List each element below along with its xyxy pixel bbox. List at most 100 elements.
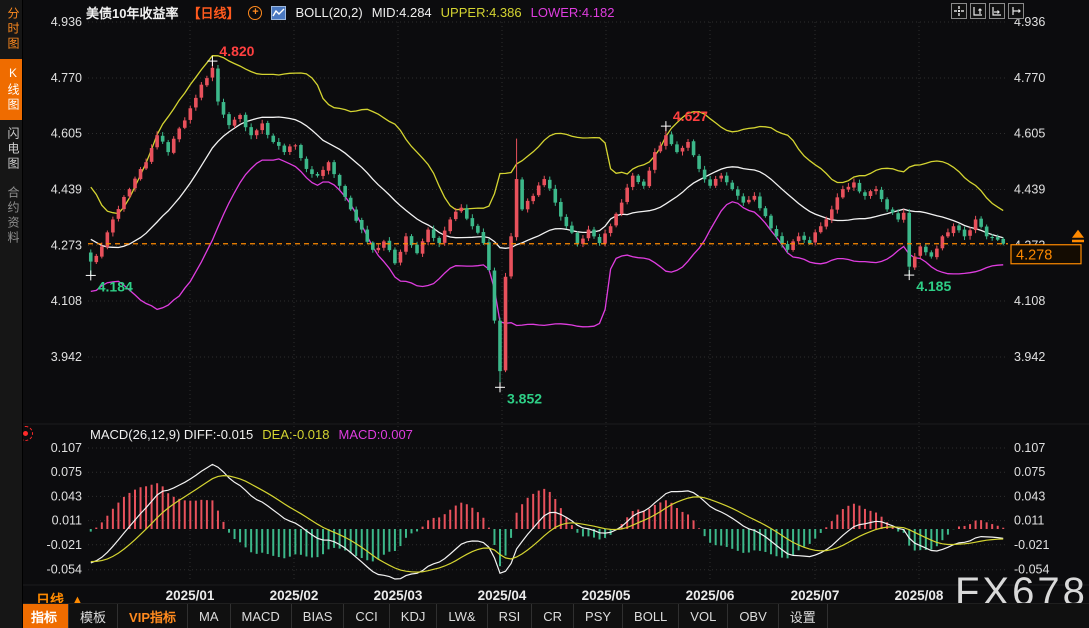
candle-body: [764, 208, 768, 216]
candle-body: [963, 230, 967, 237]
candle-body: [487, 242, 491, 270]
candle-body: [841, 189, 845, 197]
candle-body: [227, 114, 231, 125]
candle-body: [952, 226, 956, 233]
candle-body: [249, 127, 253, 135]
bottom-tab-12[interactable]: PSY: [574, 604, 623, 628]
candle-body: [100, 246, 104, 256]
bottom-tab-11[interactable]: CR: [532, 604, 574, 628]
candle-body: [377, 248, 381, 250]
plus-circle-icon[interactable]: +: [248, 6, 262, 20]
month-label: 2025/08: [895, 588, 944, 603]
boll-upper-value: UPPER:4.386: [441, 5, 522, 20]
bottom-tab-14[interactable]: VOL: [679, 604, 728, 628]
y-axis-label-right: 4.108: [1014, 294, 1045, 308]
candle-body: [902, 213, 906, 220]
candle-body: [360, 220, 364, 230]
candle-body: [155, 135, 159, 147]
bottom-tab-2[interactable]: 模板: [69, 604, 118, 628]
candle-body: [233, 120, 237, 126]
candle-body: [327, 162, 331, 171]
month-label: 2025/03: [374, 588, 423, 603]
candle-body: [708, 179, 712, 185]
macd-axis-label-right: -0.021: [1014, 538, 1049, 552]
candle-body: [719, 176, 723, 179]
move-crosshair-icon[interactable]: [951, 3, 967, 19]
shift-right-icon[interactable]: [1008, 3, 1024, 19]
bottom-tab-10[interactable]: RSI: [488, 604, 533, 628]
chart-header: 美债10年收益率 【日线】 + BOLL(20,2) MID:4.284 UPP…: [86, 3, 614, 22]
candle-body: [266, 123, 270, 135]
boll-label: BOLL(20,2): [295, 5, 362, 20]
bottom-tab-8[interactable]: KDJ: [390, 604, 438, 628]
y-axis-label-right: 3.942: [1014, 350, 1045, 364]
candle-body: [836, 197, 840, 209]
price-up-arrow-icon: [1072, 230, 1084, 238]
candle-body: [238, 115, 242, 119]
axis-zoom-right-icon[interactable]: [989, 3, 1005, 19]
high-annotation-label: 4.820: [219, 43, 254, 59]
candle-body: [161, 136, 165, 142]
candle-body: [648, 171, 652, 187]
axis-zoom-up-icon[interactable]: [970, 3, 986, 19]
candle-body: [299, 145, 303, 158]
bottom-tab-4[interactable]: MA: [188, 604, 231, 628]
month-label: 2025/01: [166, 588, 215, 603]
y-axis-label-right: 4.770: [1014, 71, 1045, 85]
candle-body: [349, 198, 353, 210]
candle-body: [869, 191, 873, 196]
bottom-tab-6[interactable]: BIAS: [292, 604, 345, 628]
candle-body: [271, 136, 275, 142]
bottom-tab-1[interactable]: 指标: [20, 604, 69, 628]
candle-body: [354, 210, 358, 221]
candle-body: [255, 130, 259, 135]
macd-header: MACD(26,12,9) DIFF:-0.015 DEA:-0.018 MAC…: [90, 427, 413, 442]
macd-axis-label-left: 0.011: [52, 514, 82, 528]
chart-canvas[interactable]: 4.9364.9364.7704.7704.6054.6054.4394.439…: [0, 0, 1089, 628]
macd-axis-label-left: -0.054: [47, 563, 82, 577]
candle-body: [537, 185, 541, 195]
candle-body: [714, 179, 718, 186]
candle-body: [553, 189, 557, 203]
bottom-tab-7[interactable]: CCI: [344, 604, 389, 628]
candle-body: [614, 214, 618, 226]
candle-body: [819, 226, 823, 232]
sidebar-item-time-chart[interactable]: 分时图: [0, 0, 22, 59]
candle-body: [742, 196, 746, 202]
candle-body: [935, 249, 939, 258]
low-annotation-label: 4.184: [98, 278, 133, 294]
candle-body: [150, 148, 154, 162]
candle-body: [382, 241, 386, 247]
bottom-tab-3[interactable]: VIP指标: [118, 604, 188, 628]
candle-body: [697, 156, 701, 169]
bottom-tab-9[interactable]: LW&: [437, 604, 487, 628]
y-axis-label-left: 4.770: [51, 71, 82, 85]
candle-body: [896, 213, 900, 219]
candle-body: [791, 241, 795, 250]
month-label: 2025/04: [478, 588, 527, 603]
candle-body: [122, 197, 126, 209]
candle-body: [343, 186, 347, 197]
y-axis-label-left: 4.439: [51, 182, 82, 196]
candle-body: [459, 208, 463, 212]
candle-body: [493, 271, 497, 321]
bottom-tab-13[interactable]: BOLL: [623, 604, 679, 628]
chart-type-icon[interactable]: [271, 6, 286, 20]
candle-body: [941, 236, 945, 248]
candle-body: [542, 179, 546, 185]
candle-body: [338, 175, 342, 186]
candle-body: [681, 148, 685, 152]
candle-body: [189, 108, 193, 120]
candle-body: [780, 236, 784, 244]
sidebar-item-flash-chart[interactable]: 闪电图: [0, 120, 22, 179]
candle-body: [283, 146, 287, 153]
candle-body: [592, 230, 596, 237]
boll-upper-line: [91, 56, 1003, 214]
sidebar-item-contract-info[interactable]: 合约资料: [0, 179, 22, 253]
bottom-tab-5[interactable]: MACD: [231, 604, 292, 628]
bottom-tab-15[interactable]: OBV: [728, 604, 778, 628]
y-axis-label-left: 3.942: [51, 350, 82, 364]
bottom-tab-16[interactable]: 设置: [779, 604, 828, 628]
candle-body: [847, 187, 851, 190]
sidebar-item-kline-chart[interactable]: K线图: [0, 59, 22, 120]
